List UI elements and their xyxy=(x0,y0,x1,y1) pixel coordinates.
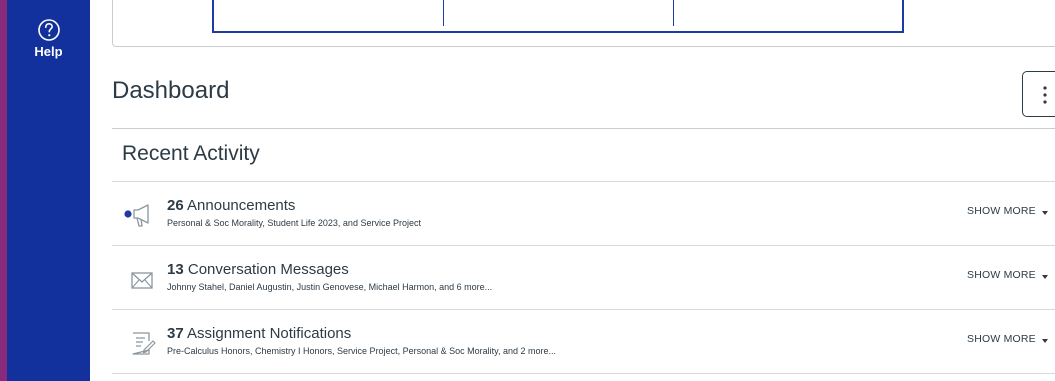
caret-down-icon xyxy=(1041,211,1048,216)
caret-down-icon xyxy=(1041,339,1048,344)
announcement-megaphone-icon xyxy=(124,204,149,227)
conversations-link[interactable]: 13 Conversation Messages xyxy=(167,261,349,278)
show-more-label: SHOW MORE xyxy=(967,269,1036,281)
envelope-icon xyxy=(131,272,153,289)
assignment-icon xyxy=(132,332,156,355)
assignments-label: Assignment Notifications xyxy=(187,325,352,342)
card-divider xyxy=(443,0,444,26)
card-divider xyxy=(673,0,674,26)
announcements-link[interactable]: 26 Announcements xyxy=(167,197,295,214)
assignments-count: 37 xyxy=(167,325,184,342)
recent-activity-heading: Recent Activity xyxy=(122,142,260,165)
divider xyxy=(112,128,1055,129)
conversations-senders: Johnny Stahel, Daniel Augustin, Justin G… xyxy=(167,282,493,292)
announcements-courses: Personal & Soc Morality, Student Life 20… xyxy=(167,218,421,228)
show-more-conversations-button[interactable]: SHOW MORE xyxy=(967,269,1048,281)
help-icon xyxy=(37,19,60,41)
announcements-label: Announcements xyxy=(187,197,296,214)
page-title: Dashboard xyxy=(112,77,230,104)
divider xyxy=(112,373,1055,374)
show-more-label: SHOW MORE xyxy=(967,205,1036,217)
activity-row-assignments: 37 Assignment Notifications Pre-Calculus… xyxy=(112,309,1055,373)
unread-dot-icon xyxy=(124,210,132,218)
announcements-count: 26 xyxy=(167,197,184,214)
assignments-courses: Pre-Calculus Honors, Chemistry I Honors,… xyxy=(167,346,556,356)
more-options-icon xyxy=(1043,86,1047,104)
window-left-edge xyxy=(0,0,7,381)
show-more-assignments-button[interactable]: SHOW MORE xyxy=(967,333,1048,345)
assignments-link[interactable]: 37 Assignment Notifications xyxy=(167,325,351,342)
global-navigation: Help xyxy=(7,0,90,381)
conversations-label: Conversation Messages xyxy=(187,261,349,278)
help-nav-item[interactable]: Help xyxy=(7,16,90,60)
activity-row-announcements: 26 Announcements Personal & Soc Morality… xyxy=(112,181,1055,245)
show-more-announcements-button[interactable]: SHOW MORE xyxy=(967,205,1048,217)
dashboard-card-grid xyxy=(212,0,904,33)
dashboard-options-button[interactable] xyxy=(1022,71,1055,117)
conversations-count: 13 xyxy=(167,261,184,278)
activity-row-conversations: 13 Conversation Messages Johnny Stahel, … xyxy=(112,245,1055,309)
caret-down-icon xyxy=(1041,275,1048,280)
show-more-label: SHOW MORE xyxy=(967,333,1036,345)
help-label: Help xyxy=(34,44,63,59)
